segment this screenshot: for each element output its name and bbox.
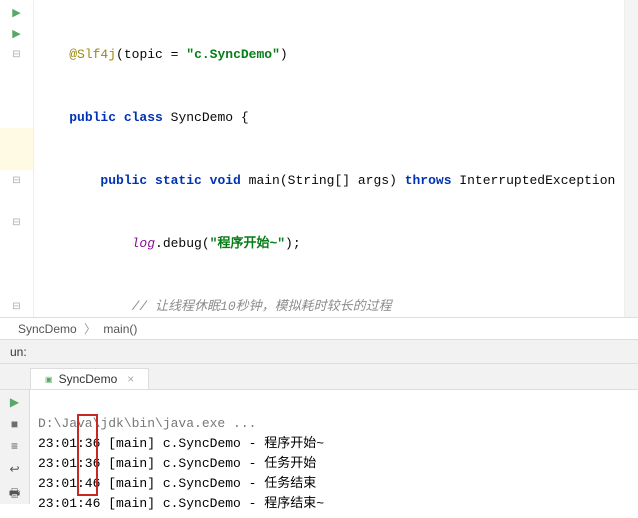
- console-wrap: ▶ ■ ≡ ↩ 🖶 D:\Java\jdk\bin\java.exe ... 2…: [0, 390, 638, 504]
- fold-close-icon[interactable]: ⊟: [12, 175, 20, 187]
- run-tool-window-header: un:: [0, 340, 638, 364]
- run-tab[interactable]: ▣ SyncDemo ×: [30, 368, 149, 389]
- print-button[interactable]: 🖶: [5, 484, 25, 504]
- tab-close-icon[interactable]: ×: [127, 372, 134, 386]
- fold-icon[interactable]: ⊟: [12, 217, 20, 229]
- console-toolbar: ▶ ■ ≡ ↩ 🖶: [0, 390, 30, 504]
- console-line: 23:01:36 [main] c.SyncDemo - 程序开始~: [38, 436, 324, 451]
- run-main-icon[interactable]: ▶: [12, 27, 20, 41]
- console-command: D:\Java\jdk\bin\java.exe ...: [38, 416, 256, 431]
- rerun-button[interactable]: ▶: [5, 394, 25, 411]
- breadcrumb-method[interactable]: main(): [103, 322, 137, 336]
- tab-run-icon: ▣: [45, 375, 53, 384]
- run-class-icon[interactable]: ▶: [12, 6, 20, 20]
- annotation: @Slf4j: [69, 47, 116, 62]
- fold-close-icon[interactable]: ⊟: [12, 301, 20, 313]
- comment: // 让线程休眠10秒钟，模拟耗时较长的过程: [132, 299, 392, 314]
- vertical-scrollbar[interactable]: [624, 0, 638, 317]
- fold-icon[interactable]: ⊟: [12, 49, 20, 61]
- console-line: 23:01:36 [main] c.SyncDemo - 任务开始: [38, 456, 316, 471]
- gutter: ▶ ▶ ⊟ ⊟ ⊟ ⊟ ⊟: [0, 0, 34, 317]
- breadcrumb-separator: 〉: [84, 322, 96, 336]
- soft-wrap-button[interactable]: ↩: [5, 462, 25, 479]
- editor-area: ▶ ▶ ⊟ ⊟ ⊟ ⊟ ⊟ @Slf4j(topic = "c.SyncDemo…: [0, 0, 638, 318]
- run-tab-bar: ▣ SyncDemo ×: [0, 364, 638, 390]
- layout-button[interactable]: ≡: [5, 439, 25, 456]
- stop-button[interactable]: ■: [5, 417, 25, 434]
- run-label: un:: [6, 345, 27, 359]
- console-output[interactable]: D:\Java\jdk\bin\java.exe ... 23:01:36 [m…: [30, 390, 638, 518]
- code-pane[interactable]: @Slf4j(topic = "c.SyncDemo") public clas…: [34, 0, 624, 317]
- breadcrumb[interactable]: SyncDemo 〉 main(): [0, 318, 638, 340]
- console-line: 23:01:46 [main] c.SyncDemo - 任务结束: [38, 476, 316, 491]
- tab-label: SyncDemo: [59, 372, 118, 386]
- breadcrumb-class[interactable]: SyncDemo: [18, 322, 77, 336]
